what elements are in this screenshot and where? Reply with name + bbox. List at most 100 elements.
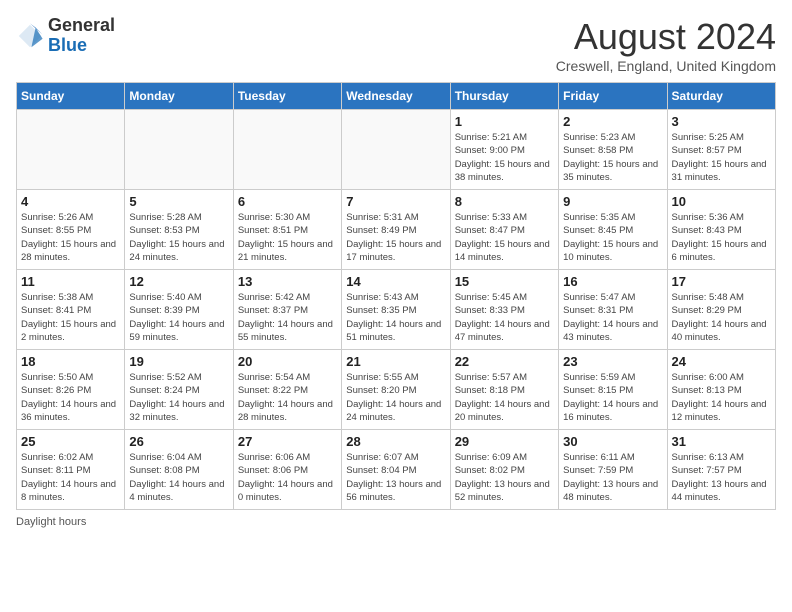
day-info: Sunrise: 5:55 AMSunset: 8:20 PMDaylight:…: [346, 371, 445, 424]
day-number: 8: [455, 194, 554, 209]
day-info: Sunrise: 5:42 AMSunset: 8:37 PMDaylight:…: [238, 291, 337, 344]
col-tuesday: Tuesday: [233, 83, 341, 110]
calendar-cell: 5Sunrise: 5:28 AMSunset: 8:53 PMDaylight…: [125, 190, 233, 270]
logo-text: General Blue: [48, 16, 115, 56]
col-wednesday: Wednesday: [342, 83, 450, 110]
calendar-cell: 22 Sunrise: 5:57 AMSunset: 8:18 PMDayligh…: [450, 350, 558, 430]
calendar-cell: 14 Sunrise: 5:43 AMSunset: 8:35 PMDayligh…: [342, 270, 450, 350]
calendar-cell: 4 Sunrise: 5:26 AMSunset: 8:55 PMDaylight…: [17, 190, 125, 270]
day-info: Sunrise: 5:47 AMSunset: 8:31 PMDaylight:…: [563, 291, 662, 344]
calendar-cell: 11 Sunrise: 5:38 AMSunset: 8:41 PMDayligh…: [17, 270, 125, 350]
calendar-cell: [233, 110, 341, 190]
day-number: 3: [672, 114, 771, 129]
day-info: Sunrise: 5:48 AMSunset: 8:29 PMDaylight:…: [672, 291, 771, 344]
day-info: Sunrise: 6:00 AMSunset: 8:13 PMDaylight:…: [672, 371, 771, 424]
col-sunday: Sunday: [17, 83, 125, 110]
day-number: 17: [672, 274, 771, 289]
logo: General Blue: [16, 16, 115, 56]
day-number: 12: [129, 274, 228, 289]
day-number: 14: [346, 274, 445, 289]
footer-note: Daylight hours: [16, 516, 776, 528]
calendar-cell: 1Sunrise: 5:21 AMSunset: 9:00 PMDaylight…: [450, 110, 558, 190]
day-info: Sunrise: 6:11 AMSunset: 7:59 PMDaylight:…: [563, 451, 662, 504]
day-info: Sunrise: 5:36 AMSunset: 8:43 PMDaylight:…: [672, 211, 771, 264]
day-number: 9: [563, 194, 662, 209]
calendar-cell: 20 Sunrise: 5:54 AMSunset: 8:22 PMDayligh…: [233, 350, 341, 430]
day-number: 11: [21, 274, 120, 289]
calendar-cell: 13 Sunrise: 5:42 AMSunset: 8:37 PMDayligh…: [233, 270, 341, 350]
calendar-cell: [17, 110, 125, 190]
day-number: 5: [129, 194, 228, 209]
calendar-cell: 30 Sunrise: 6:11 AMSunset: 7:59 PMDayligh…: [559, 430, 667, 510]
day-info: Sunrise: 6:09 AMSunset: 8:02 PMDaylight:…: [455, 451, 554, 504]
day-info: Sunrise: 5:21 AMSunset: 9:00 PMDaylight:…: [455, 131, 554, 184]
day-number: 20: [238, 354, 337, 369]
calendar-cell: 12 Sunrise: 5:40 AMSunset: 8:39 PMDayligh…: [125, 270, 233, 350]
calendar-week-4: 18Sunrise: 5:50 AMSunset: 8:26 PMDayligh…: [17, 350, 776, 430]
day-info: Sunrise: 5:31 AMSunset: 8:49 PMDaylight:…: [346, 211, 445, 264]
calendar-cell: 3Sunrise: 5:25 AMSunset: 8:57 PMDaylight…: [667, 110, 775, 190]
day-number: 30: [563, 434, 662, 449]
day-info: Sunrise: 5:38 AMSunset: 8:41 PMDaylight:…: [21, 291, 120, 344]
calendar-cell: 19Sunrise: 5:52 AMSunset: 8:24 PMDayligh…: [125, 350, 233, 430]
day-info: Sunrise: 5:52 AMSunset: 8:24 PMDaylight:…: [129, 371, 228, 424]
month-year-title: August 2024: [556, 16, 776, 58]
day-number: 4: [21, 194, 120, 209]
calendar-cell: 29 Sunrise: 6:09 AMSunset: 8:02 PMDayligh…: [450, 430, 558, 510]
title-area: August 2024 Creswell, England, United Ki…: [556, 16, 776, 74]
calendar-week-2: 4 Sunrise: 5:26 AMSunset: 8:55 PMDaylight…: [17, 190, 776, 270]
page-header: General Blue August 2024 Creswell, Engla…: [16, 16, 776, 74]
day-number: 31: [672, 434, 771, 449]
day-info: Sunrise: 5:45 AMSunset: 8:33 PMDaylight:…: [455, 291, 554, 344]
calendar-week-5: 25 Sunrise: 6:02 AMSunset: 8:11 PMDayligh…: [17, 430, 776, 510]
col-friday: Friday: [559, 83, 667, 110]
calendar-cell: 31 Sunrise: 6:13 AMSunset: 7:57 PMDayligh…: [667, 430, 775, 510]
calendar-cell: 18Sunrise: 5:50 AMSunset: 8:26 PMDayligh…: [17, 350, 125, 430]
calendar-cell: 27Sunrise: 6:06 AMSunset: 8:06 PMDayligh…: [233, 430, 341, 510]
calendar-week-1: 1Sunrise: 5:21 AMSunset: 9:00 PMDaylight…: [17, 110, 776, 190]
calendar-cell: 6 Sunrise: 5:30 AMSunset: 8:51 PMDaylight…: [233, 190, 341, 270]
col-monday: Monday: [125, 83, 233, 110]
day-number: 28: [346, 434, 445, 449]
day-number: 21: [346, 354, 445, 369]
day-number: 10: [672, 194, 771, 209]
day-number: 2: [563, 114, 662, 129]
day-number: 25: [21, 434, 120, 449]
day-number: 18: [21, 354, 120, 369]
day-number: 29: [455, 434, 554, 449]
location-subtitle: Creswell, England, United Kingdom: [556, 58, 776, 74]
day-info: Sunrise: 5:59 AMSunset: 8:15 PMDaylight:…: [563, 371, 662, 424]
day-number: 26: [129, 434, 228, 449]
calendar-cell: 10 Sunrise: 5:36 AMSunset: 8:43 PMDayligh…: [667, 190, 775, 270]
day-number: 16: [563, 274, 662, 289]
col-saturday: Saturday: [667, 83, 775, 110]
calendar-cell: 25 Sunrise: 6:02 AMSunset: 8:11 PMDayligh…: [17, 430, 125, 510]
day-info: Sunrise: 6:13 AMSunset: 7:57 PMDaylight:…: [672, 451, 771, 504]
calendar-cell: [342, 110, 450, 190]
day-info: Sunrise: 5:33 AMSunset: 8:47 PMDaylight:…: [455, 211, 554, 264]
day-info: Sunrise: 6:07 AMSunset: 8:04 PMDaylight:…: [346, 451, 445, 504]
day-number: 27: [238, 434, 337, 449]
calendar-cell: 26Sunrise: 6:04 AMSunset: 8:08 PMDayligh…: [125, 430, 233, 510]
calendar-week-3: 11 Sunrise: 5:38 AMSunset: 8:41 PMDayligh…: [17, 270, 776, 350]
calendar-cell: 23Sunrise: 5:59 AMSunset: 8:15 PMDayligh…: [559, 350, 667, 430]
calendar-cell: 2 Sunrise: 5:23 AMSunset: 8:58 PMDaylight…: [559, 110, 667, 190]
day-info: Sunrise: 5:30 AMSunset: 8:51 PMDaylight:…: [238, 211, 337, 264]
day-info: Sunrise: 5:43 AMSunset: 8:35 PMDaylight:…: [346, 291, 445, 344]
day-info: Sunrise: 5:54 AMSunset: 8:22 PMDaylight:…: [238, 371, 337, 424]
day-info: Sunrise: 5:35 AMSunset: 8:45 PMDaylight:…: [563, 211, 662, 264]
day-info: Sunrise: 5:23 AMSunset: 8:58 PMDaylight:…: [563, 131, 662, 184]
calendar-table: Sunday Monday Tuesday Wednesday Thursday…: [16, 82, 776, 510]
day-info: Sunrise: 5:57 AMSunset: 8:18 PMDaylight:…: [455, 371, 554, 424]
day-number: 13: [238, 274, 337, 289]
logo-icon: [16, 22, 44, 50]
day-number: 15: [455, 274, 554, 289]
logo-blue: Blue: [48, 35, 87, 55]
day-number: 22: [455, 354, 554, 369]
day-number: 6: [238, 194, 337, 209]
day-number: 7: [346, 194, 445, 209]
day-info: Sunrise: 6:02 AMSunset: 8:11 PMDaylight:…: [21, 451, 120, 504]
day-info: Sunrise: 5:40 AMSunset: 8:39 PMDaylight:…: [129, 291, 228, 344]
calendar-cell: 17 Sunrise: 5:48 AMSunset: 8:29 PMDayligh…: [667, 270, 775, 350]
day-info: Sunrise: 5:26 AMSunset: 8:55 PMDaylight:…: [21, 211, 120, 264]
